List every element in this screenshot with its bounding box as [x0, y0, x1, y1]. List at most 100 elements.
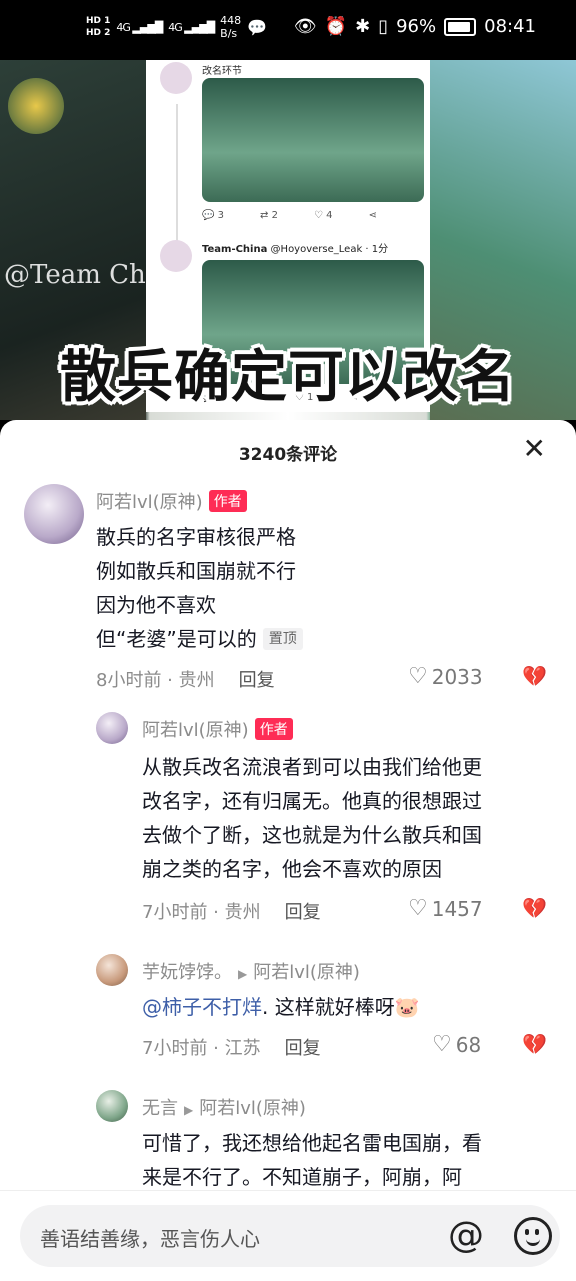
video-player[interactable]: @Team Ch 改名环节 💬 3 ⇄ 2 ♡ 4 ⋖ Team-China @…	[0, 60, 576, 420]
comment-text[interactable]: 散兵的名字审核很严格 例如散兵和国崩就不行 因为他不喜欢 但“老婆”是可以的 置顶	[96, 520, 303, 656]
comment-author[interactable]: 无言 ▶ 阿若lvl(原神)	[142, 1094, 306, 1120]
tweet-likes: 4	[326, 210, 333, 221]
like-icon: ♡ 4	[313, 210, 333, 221]
comment-time-location: 8小时前 · 贵州	[96, 670, 215, 691]
mention-link[interactable]: @柿子不打烊	[142, 995, 262, 1019]
signal-icon-1: 4G ▂▄▆█	[116, 20, 163, 34]
like-count: 68	[455, 1032, 482, 1057]
tweet-user-handle: @Hoyoverse_Leak · 1分	[270, 244, 389, 255]
comment-line: 散兵的名字审核很严格	[96, 525, 296, 549]
comment-line: 因为他不喜欢	[96, 593, 216, 617]
comment-author[interactable]: 阿若lvl(原神) 作者	[96, 488, 247, 514]
comment-line: 但“老婆”是可以的	[96, 627, 257, 651]
comment-input[interactable]: 善语结善缘，恶言伤人心 @	[20, 1205, 560, 1267]
close-icon[interactable]: ✕	[523, 434, 546, 464]
heart-icon: ♡	[408, 896, 428, 921]
author-name[interactable]: 阿若lvl(原神)	[142, 720, 249, 741]
retweet-icon: ⇄ 2	[260, 210, 278, 221]
wechat-icon: 💬	[247, 17, 268, 37]
reply-button[interactable]: 回复	[285, 902, 321, 923]
comment-meta: 7小时前 · 江苏 回复	[142, 1034, 321, 1060]
game-minimap-icon	[8, 78, 64, 134]
dislike-icon[interactable]: 💔	[522, 664, 547, 688]
battery-icon	[444, 17, 477, 36]
tweet-label: 改名环节	[202, 66, 242, 77]
avatar[interactable]	[24, 484, 84, 544]
like-count: 1457	[431, 896, 483, 921]
tweet-user-name: Team-China	[202, 244, 268, 255]
comment-meta: 7小时前 · 贵州 回复	[142, 898, 321, 924]
thread-line	[176, 104, 178, 244]
like-count: 2033	[431, 664, 483, 689]
alarm-icon: ⏰	[324, 16, 348, 37]
tweet-avatar-1	[160, 62, 192, 94]
comment-text[interactable]: @柿子不打烊. 这样就好棒呀🐷	[142, 990, 420, 1024]
signal-icon-2: 4G ▂▄▆█	[168, 20, 215, 34]
tweet-comments: 3	[217, 210, 225, 221]
dislike-icon[interactable]: 💔	[522, 896, 547, 920]
eye-icon: 👁	[293, 16, 317, 37]
like-button[interactable]: ♡ 2033	[408, 664, 483, 689]
tweet-actions-1: 💬 3 ⇄ 2 ♡ 4 ⋖	[202, 210, 377, 221]
like-button[interactable]: ♡ 1457	[408, 896, 483, 921]
avatar[interactable]	[96, 954, 128, 986]
reply-arrow-icon: ▶	[238, 967, 248, 981]
like-button[interactable]: ♡ 68	[432, 1032, 481, 1057]
comment-sheet: 3240条评论 ✕ 阿若lvl(原神) 作者 散兵的名字审核很严格 例如散兵和国崩…	[0, 420, 576, 1280]
network-type-1: 4G	[116, 20, 130, 34]
reply-button[interactable]: 回复	[285, 1038, 321, 1059]
tweet-avatar-2	[160, 240, 192, 272]
avatar[interactable]	[96, 1090, 128, 1122]
video-caption: 散兵确定可以改名	[60, 345, 516, 410]
comment-text[interactable]: 从散兵改名流浪者到可以由我们给他更 改名字，还有归属无。他真的很想跟过 去做个了…	[142, 750, 482, 886]
status-left: HD 1 HD 2 4G ▂▄▆█ 4G ▂▄▆█ 448 B/s 💬	[86, 14, 267, 40]
reply-to-name[interactable]: 阿若lvl(原神)	[199, 1098, 306, 1119]
author-name[interactable]: 芋妧饽饽。	[142, 962, 232, 983]
heart-icon: ♡	[432, 1032, 452, 1057]
comment-line: 从散兵改名流浪者到可以由我们给他更	[142, 755, 482, 779]
comment-line: 来是不行了。不知道崩子，阿崩，阿	[142, 1165, 462, 1189]
comment-input-placeholder: 善语结善缘，恶言伤人心	[40, 1227, 260, 1251]
comment-author[interactable]: 芋妧饽饽。 ▶ 阿若lvl(原神)	[142, 958, 360, 984]
sim-indicator: HD 1 HD 2	[86, 15, 110, 39]
dislike-icon[interactable]: 💔	[522, 1032, 547, 1056]
vibrate-icon: ▯	[378, 16, 389, 37]
speed-unit: B/s	[220, 27, 238, 40]
comment-line: 例如散兵和国崩就不行	[96, 559, 296, 583]
comment-count-title: 3240条评论	[238, 445, 338, 465]
hd2-label: HD 2	[86, 28, 111, 38]
comment-text[interactable]: 可惜了，我还想给他起名雷电国崩，看 来是不行了。不知道崩子，阿崩，阿	[142, 1126, 482, 1194]
author-badge: 作者	[208, 490, 247, 512]
comment-line: 可惜了，我还想给他起名雷电国崩，看	[142, 1131, 482, 1155]
comment-line: 去做个了断，这也就是为什么散兵和国	[142, 823, 482, 847]
reply-arrow-icon: ▶	[184, 1103, 194, 1117]
reply-to-name[interactable]: 阿若lvl(原神)	[253, 962, 360, 983]
clock: 08:41	[484, 16, 536, 37]
emoji-icon[interactable]	[514, 1217, 552, 1255]
comment-line: . 这样就好棒呀🐷	[262, 995, 420, 1019]
comment-line: 改名字，还有归属无。他真的很想跟过	[142, 789, 482, 813]
tweet-image-1	[202, 78, 424, 202]
tweet-retweets: 2	[271, 210, 278, 221]
hd1-label: HD 1	[86, 16, 111, 26]
network-type-2: 4G	[168, 20, 182, 34]
reply-button[interactable]: 回复	[239, 670, 275, 691]
tweet-user: Team-China @Hoyoverse_Leak · 1分	[202, 240, 388, 255]
mention-at-icon[interactable]: @	[448, 1215, 484, 1256]
battery-percent: 96%	[396, 16, 437, 37]
bluetooth-icon: ✱	[355, 16, 371, 37]
pinned-badge: 置顶	[262, 628, 303, 650]
author-badge: 作者	[254, 718, 293, 740]
video-watermark: @Team Ch	[4, 260, 146, 290]
avatar[interactable]	[96, 712, 128, 744]
status-bar: HD 1 HD 2 4G ▂▄▆█ 4G ▂▄▆█ 448 B/s 💬 👁 ⏰ …	[0, 0, 576, 60]
comment-meta: 8小时前 · 贵州 回复	[96, 666, 275, 692]
author-name[interactable]: 无言	[142, 1098, 178, 1119]
comment-input-bar: 善语结善缘，恶言伤人心 @	[0, 1190, 576, 1281]
comment-line: 崩之类的名字，他会不喜欢的原因	[142, 857, 442, 881]
comment-time-location: 7小时前 · 贵州	[142, 902, 261, 923]
author-name[interactable]: 阿若lvl(原神)	[96, 492, 203, 513]
comment-author[interactable]: 阿若lvl(原神) 作者	[142, 716, 293, 742]
comment-time-location: 7小时前 · 江苏	[142, 1038, 261, 1059]
comment-count-icon: 💬 3	[202, 210, 225, 221]
